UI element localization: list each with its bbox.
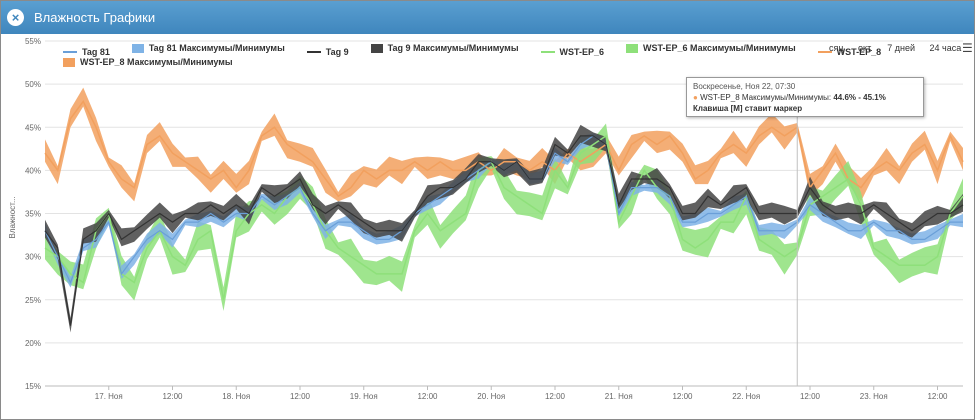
y-tick-label: 30%	[25, 253, 41, 262]
tooltip-hint: Клавиша [M] ставит маркер	[693, 104, 803, 113]
y-tick-label: 45%	[25, 123, 41, 132]
legend-label: WST-EP_6 Максимумы/Минимумы	[643, 43, 796, 53]
legend-box-swatch	[626, 43, 639, 53]
y-axis-label: Влажност...	[8, 196, 17, 238]
legend-box-swatch	[63, 57, 75, 67]
y-tick-label: 40%	[25, 166, 41, 175]
x-tick-label: 12:00	[162, 392, 183, 401]
tooltip-series-name: WST-EP_8 Максимумы/Минимумы:	[700, 93, 832, 102]
x-tick-label: 18. Ноя	[222, 392, 250, 401]
tooltip-value: 44.6% - 45.1%	[833, 93, 886, 102]
legend-line-swatch	[63, 50, 77, 53]
x-tick-label: 12:00	[417, 392, 438, 401]
x-tick-label: 20. Ноя	[477, 392, 505, 401]
legend-item[interactable]: Tag 81 Максимумы/Минимумы	[131, 43, 285, 53]
x-tick-label: 12:00	[545, 392, 566, 401]
legend-label: WST-EP_6	[559, 46, 605, 57]
x-tick-label: 12:00	[800, 392, 821, 401]
humidity-charts-window: × Влажность Графики 15% 20% 25% 30% 35% 40% 45…	[0, 0, 975, 420]
x-tick-label: 12:00	[290, 392, 311, 401]
legend-label: Tag 81 Максимумы/Минимумы	[148, 43, 285, 53]
legend-row: Tag 81 Tag 81 Максимумы/Минимумы Tag 9 Tag …	[63, 43, 943, 57]
x-tick-label: 22. Ноя	[732, 392, 760, 401]
legend-line-swatch	[540, 50, 555, 53]
legend-item[interactable]: WST-EP_8 Максимумы/Минимумы	[63, 57, 233, 67]
chart-tooltip: Воскресенье, Ноя 22, 07:30 ● WST-EP_8 Ма…	[686, 77, 924, 117]
legend-item[interactable]: Tag 81	[63, 47, 110, 57]
y-tick-label: 50%	[25, 80, 41, 89]
range-24-hours-button[interactable]: 24 часа	[930, 43, 962, 53]
legend-label: Tag 9	[325, 46, 349, 57]
legend-item[interactable]: WST-EP_6	[540, 46, 605, 57]
legend-row: WST-EP_8 Максимумы/Минимумы	[63, 57, 943, 71]
legend-box-swatch	[370, 43, 383, 53]
legend-item[interactable]: WST-EP_6 Максимумы/Минимумы	[626, 43, 796, 53]
chart-legend: Tag 81 Tag 81 Максимумы/Минимумы Tag 9 Tag …	[63, 43, 943, 71]
legend-item[interactable]: Tag 9 Максимумы/Минимумы	[370, 43, 519, 53]
legend-box-swatch	[131, 43, 144, 53]
x-tick-label: 12:00	[672, 392, 693, 401]
x-tick-label: 19. Ноя	[350, 392, 378, 401]
range-selector: сяц окт. 7 дней 24 часа	[829, 43, 973, 53]
legend-label: Tag 9 Максимумы/Минимумы	[387, 43, 519, 53]
y-tick-label: 25%	[25, 296, 41, 305]
legend-line-swatch	[306, 50, 321, 53]
x-tick-label: 12:00	[927, 392, 948, 401]
y-tick-label: 35%	[25, 210, 41, 219]
y-tick-label: 20%	[25, 339, 41, 348]
legend-label: WST-EP_8 Максимумы/Минимумы	[80, 57, 233, 67]
chart-menu-icon[interactable]: ☰	[962, 41, 973, 55]
x-tick-label: 21. Ноя	[605, 392, 633, 401]
x-tick-label: 23. Ноя	[860, 392, 888, 401]
tooltip-header: Воскресенье, Ноя 22, 07:30	[693, 82, 796, 91]
tooltip-series-row: ● WST-EP_8 Максимумы/Минимумы: 44.6% - 4…	[693, 93, 917, 102]
range-october-button[interactable]: окт.	[858, 43, 873, 53]
range-7-days-button[interactable]: 7 дней	[887, 43, 915, 53]
range-month-button[interactable]: сяц	[829, 43, 844, 53]
y-tick-label: 55%	[25, 37, 41, 46]
legend-label: Tag 81	[82, 46, 110, 57]
x-tick-label: 17. Ноя	[95, 392, 123, 401]
legend-item[interactable]: Tag 9	[306, 46, 349, 57]
series-dot-icon: ●	[693, 93, 698, 102]
y-tick-label: 15%	[25, 382, 41, 391]
